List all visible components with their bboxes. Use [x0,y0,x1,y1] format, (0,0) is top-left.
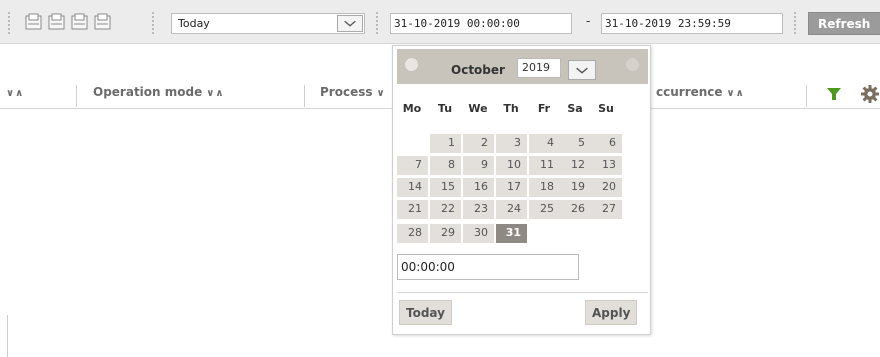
date-preset-select[interactable]: Today [171,13,365,34]
calendar-day[interactable]: 14 [397,178,428,197]
month-label: October [451,63,505,77]
calendar-day[interactable]: 23 [463,200,494,219]
column-divider [76,85,77,107]
divider [397,292,648,293]
chevron-down-icon[interactable] [568,60,596,80]
column-header-occurrence[interactable]: ccurrence ∨∧ [656,85,745,99]
print-preview-icon[interactable] [24,13,43,32]
calendar-day[interactable]: 19 [560,178,591,197]
calendar-day[interactable]: 1 [430,134,461,153]
column-header-operation-mode[interactable]: Operation mode ∨∧ [93,85,225,99]
sort-arrows-icon[interactable]: ∨∧ [6,88,24,99]
weekday-label: Su [598,102,614,115]
calendar-day[interactable]: 13 [591,156,622,175]
date-preset-value: Today [178,17,210,30]
to-datetime-input[interactable]: 31-10-2019 23:59:59 [601,13,783,34]
time-input[interactable]: 00:00:00 [397,254,579,280]
calendar-day[interactable]: 11 [529,156,560,175]
print-icon[interactable] [47,13,66,32]
calendar-day[interactable]: 2 [463,134,494,153]
print-setup-icon[interactable] [70,13,89,32]
sort-arrows-icon[interactable]: ∨∧ [727,88,745,99]
toolbar-grip [152,12,156,34]
toolbar-grip [376,12,380,34]
next-month-icon[interactable] [626,58,639,71]
calendar-day[interactable]: 8 [430,156,461,175]
year-select[interactable]: 2019 [517,58,561,78]
calendar-day[interactable]: 7 [397,156,428,175]
calendar-day[interactable]: 25 [529,200,560,219]
today-button[interactable]: Today [399,300,452,325]
calendar-day[interactable]: 4 [529,134,560,153]
calendar-day[interactable]: 21 [397,200,428,219]
calendar-day[interactable]: 9 [463,156,494,175]
calendar-day[interactable]: 3 [496,134,527,153]
calendar-day[interactable]: 26 [560,200,591,219]
weekday-label: Mo [402,102,422,115]
calendar-day[interactable]: 22 [430,200,461,219]
refresh-button[interactable]: Refresh [808,12,880,35]
calendar-day[interactable]: 18 [529,178,560,197]
column-divider [806,85,807,107]
toolbar: Today 31-10-2019 00:00:00 - 31-10-2019 2… [0,0,880,44]
calendar-day[interactable]: 29 [430,224,461,243]
calendar-day[interactable]: 5 [560,134,591,153]
calendar-day[interactable]: 10 [496,156,527,175]
column-header-process[interactable]: Process ∨ [320,85,386,99]
calendar-day[interactable]: 16 [463,178,494,197]
calendar-day[interactable]: 30 [463,224,494,243]
calendar-day[interactable]: 15 [430,178,461,197]
datepicker-header: October 2019 [397,49,648,84]
calendar-day[interactable]: 24 [496,200,527,219]
sort-arrows-icon[interactable]: ∨ [377,88,386,99]
toolbar-grip [794,12,798,34]
calendar-day[interactable]: 12 [560,156,591,175]
datepicker-popup: October 2019 Mo Tu We Th Fr Sa Su 1 2 3 4 5 6 7 8 9 10 1… [392,45,651,335]
weekday-label: We [468,102,488,115]
weekday-label: Th [503,102,519,115]
calendar-day[interactable]: 6 [591,134,622,153]
filter-icon[interactable] [826,86,842,102]
gear-icon[interactable] [860,84,880,104]
toolbar-grip [8,12,12,34]
calendar-day[interactable]: 28 [397,224,428,243]
apply-button[interactable]: Apply [585,300,638,325]
from-datetime-input[interactable]: 31-10-2019 00:00:00 [390,13,572,34]
chevron-down-icon[interactable] [337,15,363,32]
weekday-label: Sa [567,102,583,115]
weekday-label: Fr [537,102,551,115]
calendar-day[interactable]: 27 [591,200,622,219]
sort-arrows-icon[interactable]: ∨∧ [206,88,224,99]
column-divider [304,85,305,107]
prev-month-icon[interactable] [405,58,418,71]
weekday-label: Tu [437,102,453,115]
calendar-day[interactable]: 20 [591,178,622,197]
calendar-day[interactable]: 17 [496,178,527,197]
range-separator: - [586,14,591,28]
calendar-day[interactable]: 31 [496,224,527,243]
column-header-unnamed[interactable]: ∨∧ [2,85,24,99]
column-divider [7,315,8,357]
print-export-icon[interactable] [93,13,112,32]
